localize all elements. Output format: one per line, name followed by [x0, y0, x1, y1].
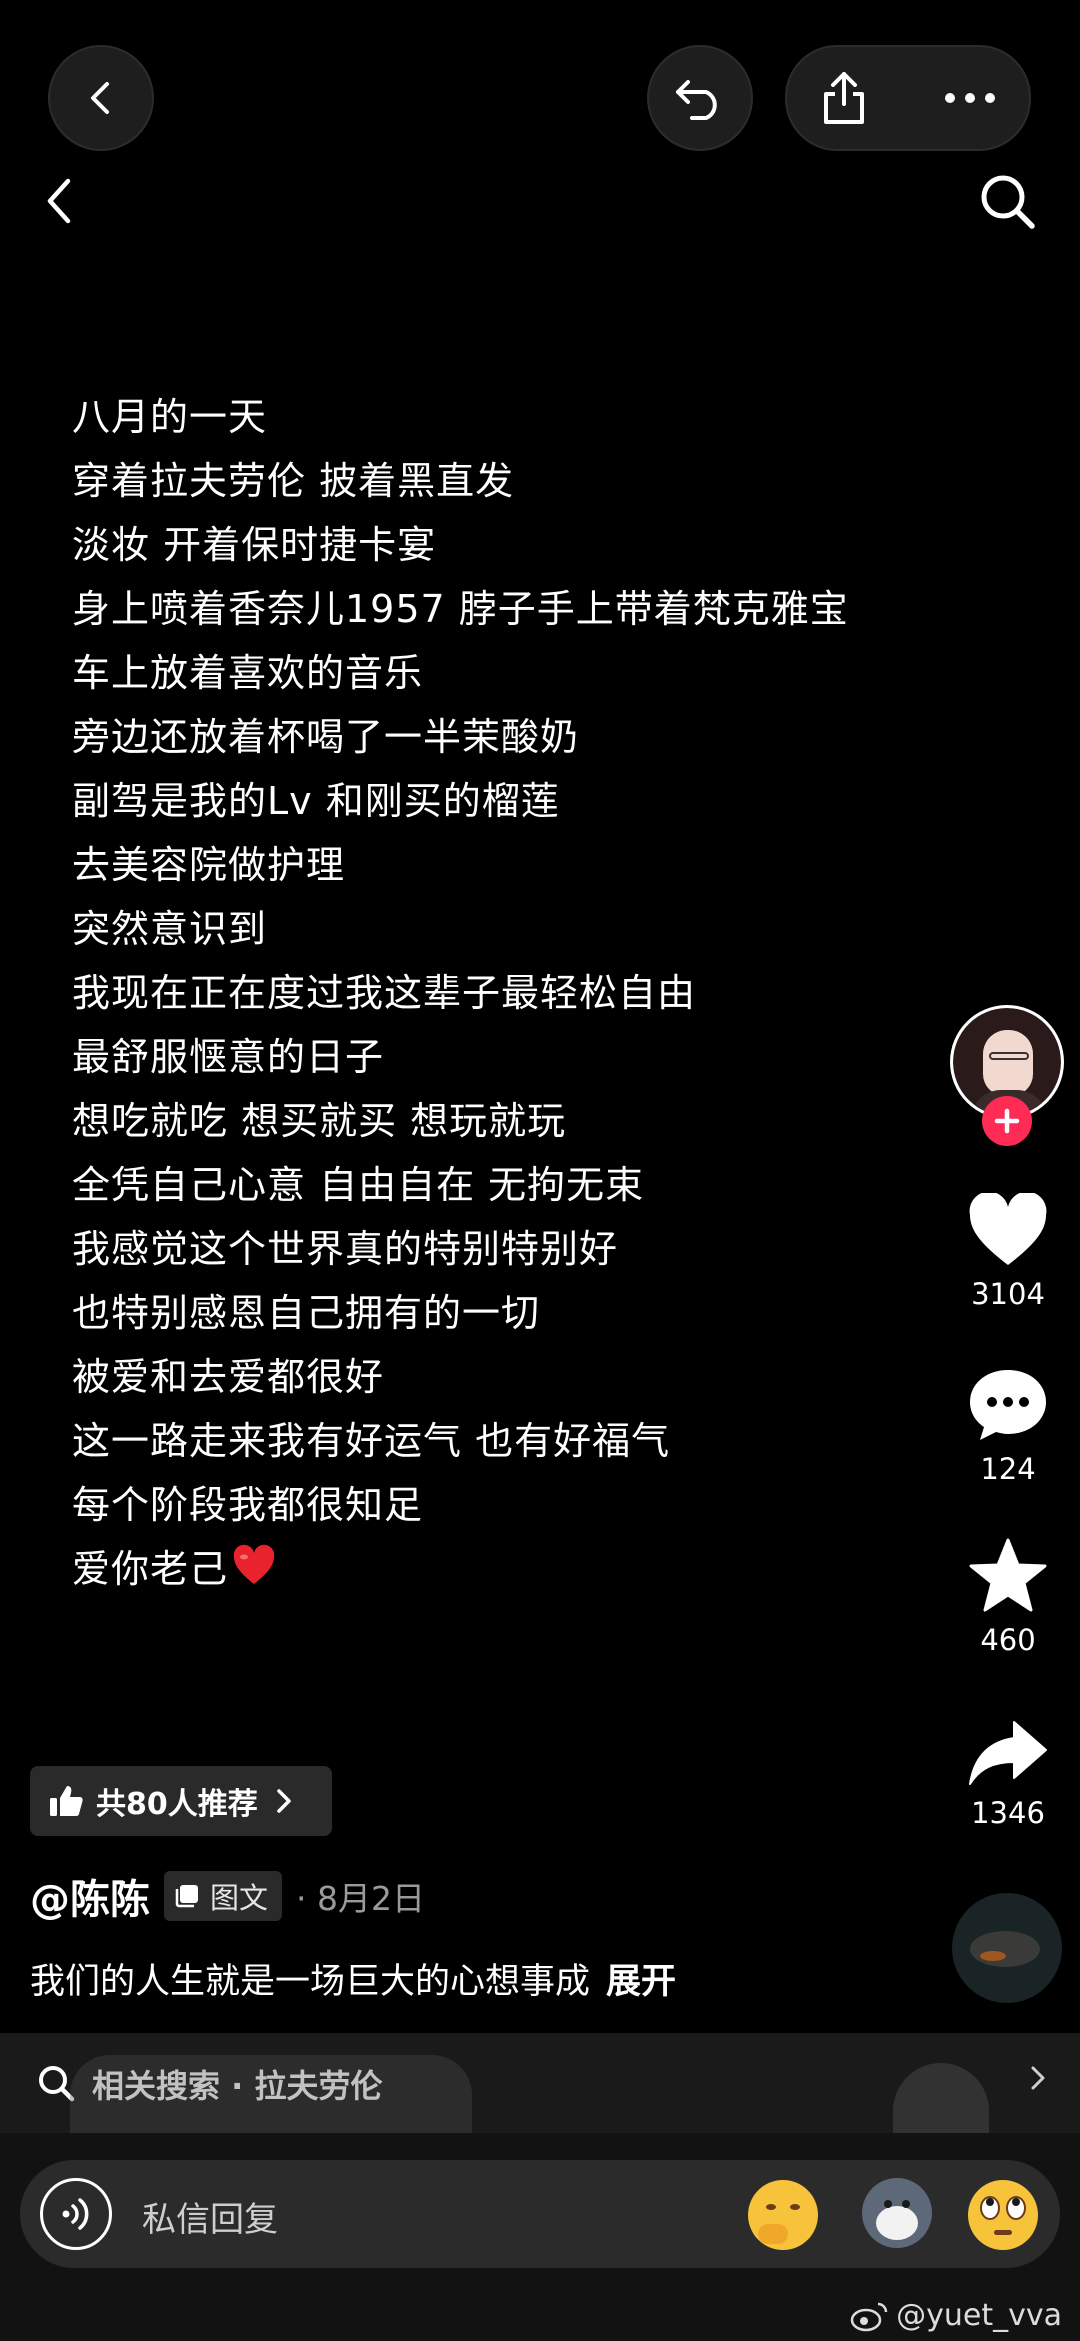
search-button[interactable] [978, 172, 1040, 234]
related-search-bar[interactable]: 相关搜索 · 拉夫劳伦 [0, 2033, 1080, 2133]
comment-button[interactable]: 124 [943, 1366, 1073, 1486]
post-line: 旁边还放着杯喝了一半茉酸奶 [72, 715, 580, 759]
follow-button[interactable] [982, 1096, 1032, 1146]
share-more-group [785, 45, 1031, 151]
post-line: 淡妆 开着保时捷卡宴 [72, 523, 437, 567]
star-icon [969, 1538, 1047, 1612]
favorite-count: 460 [980, 1623, 1036, 1657]
post-line: 全凭自己心意 自由自在 无拘无束 [72, 1163, 645, 1207]
favorite-button[interactable]: 460 [943, 1537, 1073, 1657]
message-reply-bar[interactable]: 私信回复 [20, 2160, 1060, 2268]
post-line: 去美容院做护理 [72, 843, 346, 887]
share-count: 1346 [971, 1796, 1045, 1830]
undo-arrow-icon [676, 80, 717, 120]
search-icon [981, 175, 1035, 229]
related-search-toolbar-ghost [70, 2055, 472, 2133]
chevron-left-icon [47, 178, 71, 224]
caption: 我们的人生就是一场巨大的心想事成 展开 [30, 1953, 676, 2004]
thinking-face-emoji-icon[interactable] [748, 2180, 818, 2250]
undo-button[interactable] [647, 45, 753, 151]
post-text: 八月的一天 穿着拉夫劳伦 披着黑直发 淡妆 开着保时捷卡宴 身上喷着香奈儿195… [72, 385, 849, 1601]
post-line: 八月的一天 [72, 395, 268, 439]
plus-icon [994, 1108, 1020, 1134]
post-line: 副驾是我的Lv 和刚买的榴莲 [72, 779, 560, 823]
share-forward-button[interactable]: 1346 [943, 1718, 1073, 1830]
reply-placeholder: 私信回复 [142, 2200, 278, 2240]
more-dots-icon [945, 93, 995, 103]
post-line: 最舒服惬意的日子 [72, 1035, 385, 1079]
post-date: · 8月2日 [296, 1879, 425, 1918]
post-line: 穿着拉夫劳伦 披着黑直发 [72, 459, 515, 503]
post-line: 每个阶段我都很知足 [72, 1483, 424, 1527]
post-line: 想吃就吃 想买就买 想玩就玩 [72, 1099, 567, 1143]
share-upload-icon [824, 72, 864, 124]
chevron-right-icon [1031, 2066, 1045, 2090]
weibo-watermark: @yuet_vva [850, 2298, 1062, 2333]
chevron-left-icon [91, 82, 109, 114]
nav-back-button[interactable] [40, 175, 90, 230]
like-button[interactable]: 3104 [943, 1193, 1073, 1311]
recommend-label: 共80人推荐 [96, 1787, 258, 1822]
post-type-label: 图文 [210, 1881, 269, 1915]
thumbs-up-icon [50, 1786, 83, 1816]
music-disc[interactable] [952, 1893, 1062, 2003]
back-button[interactable] [48, 45, 154, 151]
watermark-text: @yuet_vva [896, 2298, 1062, 2333]
post-line: 突然意识到 [72, 907, 268, 951]
voice-wave-icon [62, 2198, 89, 2230]
author-row: @陈陈 图文 · 8月2日 [30, 1868, 425, 1924]
chevron-right-icon [277, 1789, 291, 1813]
compose-ghost [893, 2063, 989, 2133]
comment-bubble-icon [970, 1370, 1046, 1440]
like-count: 3104 [971, 1277, 1045, 1311]
post-line-last: 爱你老己 [72, 1537, 849, 1601]
post-line: 我现在正在度过我这辈子最轻松自由 [72, 971, 697, 1015]
share-button[interactable] [805, 59, 883, 137]
post-line: 被爱和去爱都很好 [72, 1355, 385, 1399]
share-arrow-icon [969, 1721, 1047, 1785]
red-heart-emoji-icon [233, 1544, 275, 1584]
caption-text: 我们的人生就是一场巨大的心想事成 [30, 1962, 591, 2002]
more-button[interactable] [925, 59, 1015, 137]
post-type-tag: 图文 [164, 1871, 283, 1921]
post-line: 这一路走来我有好运气 也有好福气 [72, 1419, 671, 1463]
heart-icon [969, 1193, 1047, 1265]
eye-roll-emoji-icon[interactable] [968, 2180, 1038, 2250]
image-stack-icon [175, 1885, 198, 1908]
post-line: 也特别感恩自己拥有的一切 [72, 1291, 541, 1335]
comment-count: 124 [980, 1452, 1036, 1486]
post-line: 身上喷着香奈儿1957 脖子手上带着梵克雅宝 [72, 587, 849, 631]
voice-button[interactable] [40, 2178, 112, 2250]
post-line: 爱你老己 [72, 1547, 229, 1591]
author-name[interactable]: @陈陈 [30, 1867, 150, 1925]
husky-dog-emoji-icon[interactable] [862, 2178, 932, 2248]
expand-button[interactable]: 展开 [606, 1962, 676, 2002]
recommend-chip[interactable]: 共80人推荐 [30, 1766, 332, 1836]
weibo-logo-icon [850, 2302, 888, 2331]
post-line: 车上放着喜欢的音乐 [72, 651, 424, 695]
post-line: 我感觉这个世界真的特别特别好 [72, 1227, 619, 1271]
